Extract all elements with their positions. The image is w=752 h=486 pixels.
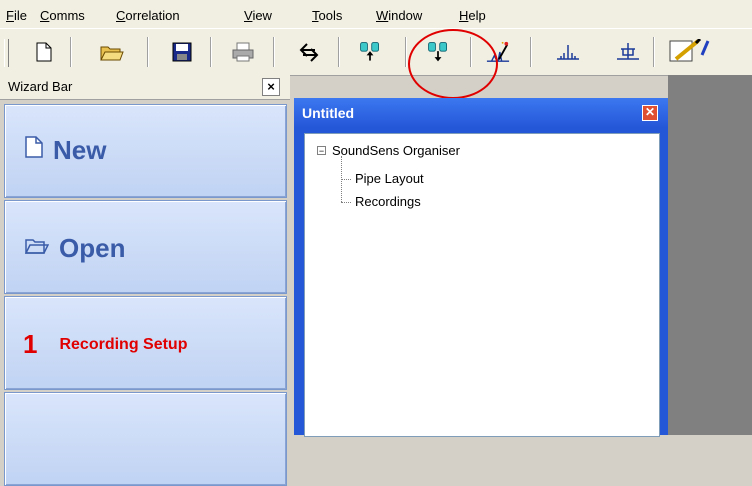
- wizard-recording-setup-label: Recording Setup: [59, 335, 188, 353]
- tree-item-recordings[interactable]: Recordings: [355, 194, 421, 209]
- new-document-icon: [25, 136, 43, 165]
- mdi-background: [668, 75, 752, 435]
- toolbar-separator: [210, 37, 212, 67]
- toolbar-separator: [653, 37, 655, 67]
- tree-item-pipe-layout[interactable]: Pipe Layout: [355, 171, 424, 186]
- close-icon[interactable]: ×: [262, 78, 280, 96]
- close-icon[interactable]: ✕: [642, 105, 658, 121]
- tree-connector: [341, 179, 351, 180]
- tree-connector: [341, 202, 351, 203]
- organiser-tree: − SoundSens Organiser Pipe Layout Record…: [304, 133, 660, 437]
- filter-icon[interactable]: [616, 39, 640, 65]
- wizard-open-button[interactable]: Open: [4, 200, 287, 294]
- toolbar-separator: [405, 37, 407, 67]
- document-window: Untitled ✕ − SoundSens Organiser Pipe La…: [294, 98, 668, 437]
- toolbar: [0, 28, 752, 76]
- toolbar-grip[interactable]: [4, 39, 9, 67]
- wizard-new-button[interactable]: New: [4, 104, 287, 198]
- tree-root-label: SoundSens Organiser: [332, 143, 460, 158]
- menu-comms[interactable]: Comms: [40, 8, 85, 23]
- menu-bar: File Comms Correlation View Tools Window…: [0, 0, 752, 28]
- toolbar-separator: [70, 37, 72, 67]
- menu-correlation[interactable]: Correlation: [116, 8, 180, 23]
- toolbar-separator: [273, 37, 275, 67]
- highlight-circle: [408, 29, 498, 99]
- print-icon[interactable]: [231, 39, 255, 65]
- wizard-recording-setup-button[interactable]: 1 Recording Setup: [4, 296, 287, 390]
- wizard-next-step-button[interactable]: [4, 392, 287, 486]
- menu-view[interactable]: View: [244, 8, 272, 23]
- save-disk-icon[interactable]: [170, 39, 194, 65]
- collapse-icon[interactable]: −: [317, 146, 326, 156]
- open-folder-icon[interactable]: [100, 39, 124, 65]
- wizard-new-label: New: [53, 135, 107, 165]
- spectrum-icon[interactable]: [556, 39, 580, 65]
- menu-tools[interactable]: Tools: [312, 8, 342, 23]
- toolbar-separator: [147, 37, 149, 67]
- menu-window[interactable]: Window: [376, 8, 422, 23]
- wizard-open-label: Open: [59, 233, 126, 263]
- toolbar-separator: [338, 37, 340, 67]
- menu-help[interactable]: Help: [459, 8, 486, 23]
- tree-root-node[interactable]: − SoundSens Organiser: [317, 143, 460, 158]
- menu-file[interactable]: File: [6, 8, 27, 23]
- open-folder-icon: [24, 235, 50, 263]
- upload-to-logger-icon[interactable]: [358, 39, 382, 65]
- toolbar-separator: [530, 37, 532, 67]
- wizard-bar-header: Wizard Bar ×: [0, 75, 290, 100]
- wizard-bar-title: Wizard Bar: [8, 79, 73, 94]
- wizard-bar-panel: Wizard Bar × New Open 1 Recording Setup: [0, 75, 290, 486]
- pen-draw-icon[interactable]: [668, 39, 712, 65]
- document-title: Untitled: [302, 105, 355, 121]
- comms-transfer-icon[interactable]: [297, 39, 321, 65]
- new-document-icon[interactable]: [32, 39, 56, 65]
- step-number: 1: [23, 329, 38, 359]
- document-title-bar[interactable]: Untitled ✕: [294, 98, 668, 128]
